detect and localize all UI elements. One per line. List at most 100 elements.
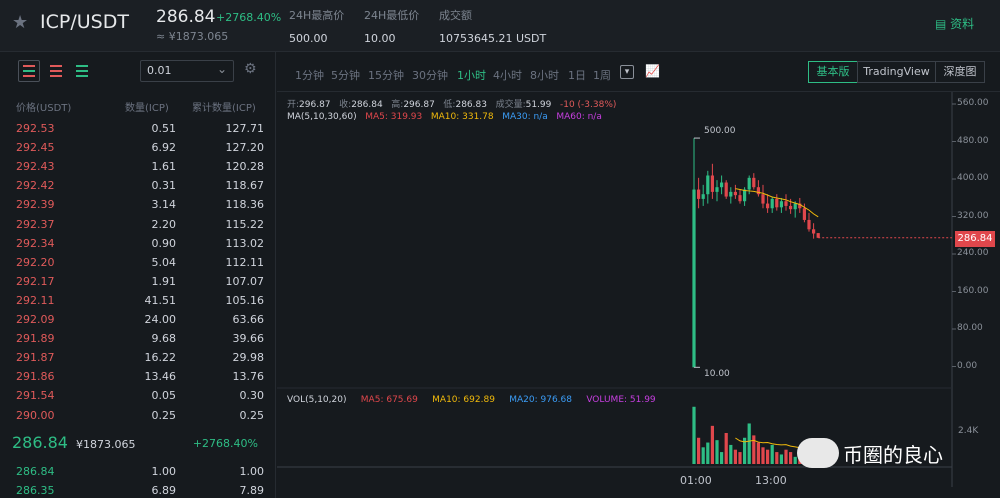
y-tick: 320.00: [957, 210, 989, 221]
view-tab-basic[interactable]: 基本版: [808, 61, 858, 83]
candle-body: [692, 189, 696, 368]
kline-chart[interactable]: 开:296.87 收:286.84 高:296.87 低:286.83 成交量:…: [277, 92, 1000, 498]
tf-1h[interactable]: 1小时: [457, 67, 486, 83]
ask-qty: 41.51: [144, 293, 177, 307]
ask-qty: 6.92: [151, 141, 177, 155]
chart-toolbar: 1分钟 5分钟 15分钟 30分钟 1小时 4小时 8小时 1日 1周 ▾ 📈 …: [277, 52, 1000, 92]
ask-row[interactable]: 291.54 0.05 0.30: [0, 386, 270, 405]
vol-title: VOL(5,10,20): [287, 395, 347, 405]
ask-total: 115.22: [225, 217, 265, 231]
ask-row[interactable]: 291.89 9.68 39.66: [0, 329, 270, 348]
tf-1w[interactable]: 1周: [593, 67, 611, 83]
volume-bar: [793, 456, 797, 464]
tf-1d[interactable]: 1日: [568, 67, 586, 83]
tf-30m[interactable]: 30分钟: [412, 67, 448, 83]
trading-pair[interactable]: ICP/USDT: [40, 11, 129, 33]
open-label: 开:: [287, 100, 300, 110]
ask-total: 29.98: [232, 351, 265, 365]
volume-bar: [706, 442, 710, 464]
ask-row[interactable]: 292.37 2.20 115.22: [0, 215, 270, 234]
ma30-value: MA30: n/a: [502, 112, 548, 122]
ma60-value: MA60: n/a: [556, 112, 602, 122]
gear-icon[interactable]: ⚙: [244, 61, 257, 77]
order-book: 0.01 ⌄ ⚙ 价格(USDT) 数量(ICP) 累计数量(ICP) 292.…: [0, 52, 276, 498]
bid-row[interactable]: 286.84 1.00 1.00: [0, 462, 270, 481]
ask-total: 105.16: [225, 293, 265, 307]
ask-row[interactable]: 292.39 3.14 118.36: [0, 195, 270, 214]
tf-4h[interactable]: 4小时: [493, 67, 522, 83]
ask-row[interactable]: 290.00 0.25 0.25: [0, 406, 270, 425]
ask-row[interactable]: 292.53 0.51 127.71: [0, 119, 270, 138]
ask-row[interactable]: 291.87 16.22 29.98: [0, 348, 270, 367]
more-dropdown-icon[interactable]: ▾: [620, 65, 634, 79]
document-icon: ▤: [935, 17, 947, 31]
kline-svg: [277, 92, 956, 487]
volume-bar: [789, 452, 793, 464]
volume-bar: [784, 449, 788, 464]
ask-price: 292.39: [16, 198, 55, 212]
tf-15m[interactable]: 15分钟: [368, 67, 404, 83]
info-link[interactable]: ▤ 资料: [935, 15, 974, 32]
view-tab-depth[interactable]: 深度图: [935, 61, 985, 83]
ask-price: 292.20: [16, 255, 55, 269]
ma10-value: MA10: 331.78: [430, 112, 494, 122]
col-qty: 数量(ICP): [125, 103, 169, 114]
ask-price: 292.11: [16, 293, 55, 307]
ask-row[interactable]: 292.34 0.90 113.02: [0, 234, 270, 253]
ask-qty: 1.61: [151, 160, 177, 174]
candle-body: [715, 187, 719, 192]
bid-total: 7.89: [239, 484, 265, 497]
candle-body: [816, 233, 820, 238]
ask-price: 292.09: [16, 313, 55, 326]
tf-8h[interactable]: 8小时: [530, 67, 559, 83]
y-tick: 480.00: [957, 135, 989, 146]
ask-row[interactable]: 292.45 6.92 127.20: [0, 138, 270, 157]
ask-price: 292.45: [16, 141, 55, 155]
view-both-button[interactable]: [18, 60, 40, 82]
ask-price: 291.86: [16, 370, 55, 384]
candle-body: [706, 175, 710, 195]
bid-row[interactable]: 286.35 6.89 7.89: [0, 481, 270, 498]
ask-row[interactable]: 292.11 41.51 105.16: [0, 291, 270, 310]
view-bids-button[interactable]: [71, 60, 93, 82]
tf-5m[interactable]: 5分钟: [331, 67, 360, 83]
candle-body: [752, 177, 756, 188]
candle-body: [729, 191, 733, 197]
candle-body: [775, 198, 779, 208]
candle-body: [802, 208, 806, 220]
indicator-chart-icon[interactable]: 📈: [645, 65, 660, 79]
market-header: ★ ICP/USDT 286.84 +2768.40% ≈ ¥1873.065 …: [0, 0, 1000, 52]
ask-price: 292.43: [16, 160, 55, 174]
ask-qty: 13.46: [144, 370, 177, 384]
stat-low-value: 10.00: [364, 32, 396, 45]
stat-turnover-label: 成交额: [439, 9, 472, 22]
favorite-star-icon[interactable]: ★: [12, 12, 28, 33]
ask-row[interactable]: 292.17 1.91 107.07: [0, 272, 270, 291]
close-label: 收:: [339, 100, 352, 110]
ask-total: 107.07: [225, 274, 265, 288]
view-asks-button[interactable]: [45, 60, 67, 82]
volume-bar: [701, 447, 705, 464]
ma-title: MA(5,10,30,60): [287, 112, 357, 122]
candle-body: [756, 187, 760, 195]
ask-row[interactable]: 292.43 1.61 120.28: [0, 157, 270, 176]
cny-price: ≈ ¥1873.065: [156, 30, 229, 43]
ask-qty: 0.05: [151, 389, 177, 403]
y-tick: 400.00: [957, 173, 989, 183]
ask-row[interactable]: 292.42 0.31 118.67: [0, 176, 270, 195]
candle-body: [807, 219, 811, 230]
bid-price: 286.84: [16, 465, 55, 478]
ask-row[interactable]: 291.86 13.46 13.76: [0, 367, 270, 386]
precision-select[interactable]: 0.01 ⌄: [140, 60, 234, 82]
candle-body: [743, 189, 747, 202]
view-tab-tradingview[interactable]: TradingView: [857, 61, 936, 83]
ask-qty: 0.51: [151, 122, 177, 135]
ask-price: 292.37: [16, 217, 55, 231]
bid-price: 286.35: [16, 484, 55, 497]
last-change: +2768.40%: [192, 437, 258, 450]
candle-body: [766, 203, 770, 209]
ask-row[interactable]: 292.20 5.04 112.11: [0, 253, 270, 272]
ask-row[interactable]: 292.09 24.00 63.66: [0, 310, 270, 329]
volume-bar: [692, 406, 696, 464]
tf-1m[interactable]: 1分钟: [295, 67, 324, 83]
